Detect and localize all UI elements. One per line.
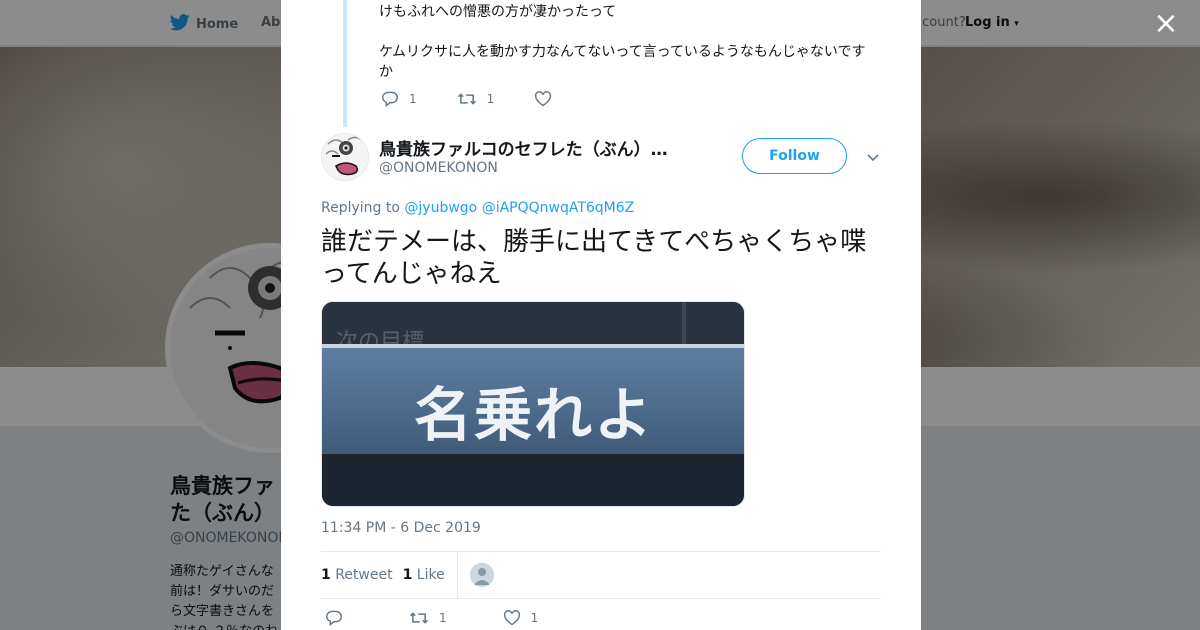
tweet-actions: 1 1 (325, 610, 594, 626)
parent-reply-line: けもふれへの憎悪の方が凄かったって (379, 4, 617, 20)
retweet-stat-count: 1 (321, 567, 331, 583)
heart-icon (534, 91, 552, 107)
divider (321, 598, 881, 599)
like-count: 1 (530, 611, 539, 625)
image-top-band: 次の目標 (322, 302, 744, 355)
parent-reply-text: けもふれへの憎悪の方が凄かったって ケムリクサに人を動かす力なんてないって言って… (379, 2, 874, 102)
retweet-icon (409, 610, 429, 626)
reply-icon (325, 610, 343, 626)
author-name[interactable]: 鳥貴族ファルコのセフレた（ぶん）… (379, 135, 689, 160)
retweet-button[interactable]: 1 (409, 610, 447, 626)
tweet-permalink-modal: けもふれへの憎悪の方が凄かったって ケムリクサに人を動かす力なんてないって言って… (281, 0, 921, 630)
image-bottom-band (322, 454, 744, 506)
thread-connector-line (343, 0, 347, 127)
chevron-down-icon[interactable] (865, 149, 881, 165)
like-stat-label: Like (416, 567, 445, 583)
replying-to-mention[interactable]: @jyubwgo (404, 200, 477, 216)
image-divider (682, 302, 686, 344)
heart-icon (503, 610, 521, 626)
replying-to-label: Replying to (321, 200, 400, 216)
follow-button[interactable]: Follow (742, 138, 847, 174)
author-handle[interactable]: @ONOMEKONON (379, 160, 498, 176)
replying-to-mention[interactable]: @iAPQQnwqAT6qM6Z (482, 200, 635, 216)
like-button[interactable]: 1 (503, 610, 539, 626)
parent-reply-line: ケムリクサに人を動かす力なんてないって言っているようなもんじゃないですか (379, 44, 866, 80)
parent-reply-actions: 1 1 (381, 91, 602, 107)
tweet-stats: 1 Retweet 1 Like (321, 552, 881, 598)
like-stat-count: 1 (402, 567, 413, 583)
author-avatar[interactable] (321, 133, 369, 181)
tweet-text: 誰だテメーは、勝手に出てきてぺちゃくちゃ喋ってんじゃねえ (321, 227, 867, 289)
like-button[interactable] (534, 91, 562, 107)
image-caption-text: 名乗れよ (413, 381, 654, 449)
stats-divider (456, 552, 458, 598)
close-icon[interactable]: × (1152, 9, 1180, 39)
tweet-image[interactable]: 次の目標 名乗れよ (321, 301, 745, 507)
retweet-button[interactable]: 1 (457, 91, 495, 107)
reply-count: 1 (409, 92, 417, 106)
tweet-timestamp[interactable]: 11:34 PM - 6 Dec 2019 (321, 520, 481, 536)
retweet-count: 1 (486, 92, 495, 106)
reply-button[interactable] (325, 610, 353, 626)
image-caption-bar: 名乗れよ (322, 344, 744, 454)
replying-to-line: Replying to @jyubwgo @iAPQQnwqAT6qM6Z (321, 200, 634, 216)
retweet-icon (457, 91, 477, 107)
like-stat[interactable]: 1 Like (403, 567, 445, 583)
retweet-stat-label: Retweet (335, 567, 393, 583)
liker-avatar[interactable] (469, 563, 494, 587)
retweet-count: 1 (439, 611, 447, 625)
retweet-stat[interactable]: 1 Retweet (321, 567, 393, 583)
reply-icon (381, 91, 399, 107)
reply-button[interactable]: 1 (381, 91, 417, 107)
